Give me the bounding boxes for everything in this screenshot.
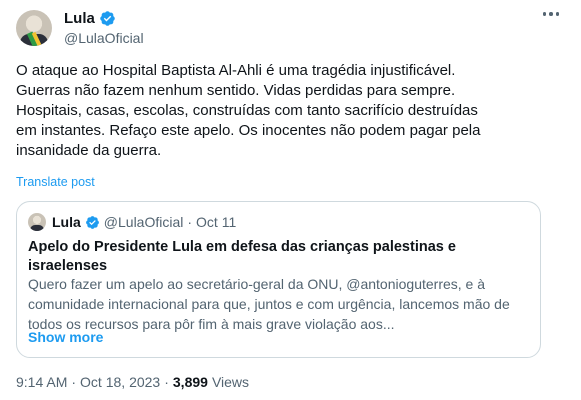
views-label: Views xyxy=(211,374,250,390)
verified-badge-icon xyxy=(85,215,99,229)
quote-author-name: Lula xyxy=(52,214,81,230)
tweet-text: O ataque ao Hospital Baptista Al-Ahli é … xyxy=(16,62,481,159)
author-handle[interactable]: @LulaOficial xyxy=(64,30,144,46)
quote-separator: · xyxy=(187,214,193,230)
post-time[interactable]: 9:14 AM xyxy=(16,374,67,390)
quote-author-handle: @LulaOficial xyxy=(103,214,184,230)
meta-separator: · xyxy=(164,374,169,390)
quote-date: Oct 11 xyxy=(196,214,237,230)
post-date[interactable]: Oct 18, 2023 xyxy=(80,374,160,390)
more-options-icon[interactable] xyxy=(542,12,559,16)
meta-separator: · xyxy=(71,374,77,390)
quote-title: Apelo do Presidente Lula em defesa das c… xyxy=(28,239,456,274)
translate-post-link[interactable]: Translate post xyxy=(16,175,95,189)
author-avatar[interactable] xyxy=(16,10,52,46)
quote-body: Quero fazer um apelo ao secretário-geral… xyxy=(28,276,510,332)
views-count: 3,899 xyxy=(172,374,208,390)
post-meta-row: 9:14 AM · Oct 18, 2023 · 3,899 Views xyxy=(16,374,249,390)
author-name-row: Lula xyxy=(64,10,116,27)
verified-badge-icon xyxy=(100,11,115,26)
quote-author-avatar xyxy=(28,213,46,231)
show-more-link[interactable]: Show more xyxy=(28,329,103,345)
quoted-post-card[interactable]: Lula @LulaOficial · Oct 11 Apelo do Pres… xyxy=(16,201,541,358)
quote-header: Lula @LulaOficial · Oct 11 xyxy=(52,214,236,230)
author-name[interactable]: Lula xyxy=(64,10,95,27)
